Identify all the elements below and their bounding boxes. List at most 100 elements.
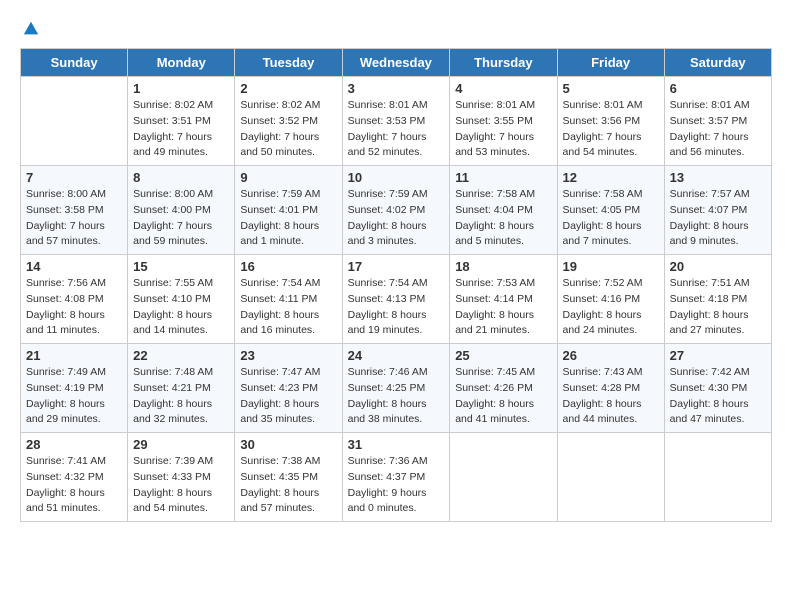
weekday-header-row: SundayMondayTuesdayWednesdayThursdayFrid… (21, 49, 772, 77)
calendar-body: 1 Sunrise: 8:02 AMSunset: 3:51 PMDaylight… (21, 77, 772, 522)
day-number: 3 (348, 81, 445, 96)
day-number: 23 (240, 348, 336, 363)
calendar-cell (557, 433, 664, 522)
day-info: Sunrise: 7:58 AMSunset: 4:04 PMDaylight:… (455, 187, 551, 250)
day-info: Sunrise: 8:00 AMSunset: 3:58 PMDaylight:… (26, 187, 122, 250)
day-info: Sunrise: 8:00 AMSunset: 4:00 PMDaylight:… (133, 187, 229, 250)
week-row-5: 28 Sunrise: 7:41 AMSunset: 4:32 PMDayligh… (21, 433, 772, 522)
calendar-cell: 3 Sunrise: 8:01 AMSunset: 3:53 PMDaylight… (342, 77, 450, 166)
day-info: Sunrise: 7:41 AMSunset: 4:32 PMDaylight:… (26, 454, 122, 517)
calendar-cell: 30 Sunrise: 7:38 AMSunset: 4:35 PMDayligh… (235, 433, 342, 522)
week-row-1: 1 Sunrise: 8:02 AMSunset: 3:51 PMDaylight… (21, 77, 772, 166)
calendar-cell: 7 Sunrise: 8:00 AMSunset: 3:58 PMDaylight… (21, 166, 128, 255)
day-info: Sunrise: 7:57 AMSunset: 4:07 PMDaylight:… (670, 187, 766, 250)
day-number: 17 (348, 259, 445, 274)
day-info: Sunrise: 7:55 AMSunset: 4:10 PMDaylight:… (133, 276, 229, 339)
day-number: 29 (133, 437, 229, 452)
weekday-saturday: Saturday (664, 49, 771, 77)
calendar-cell: 31 Sunrise: 7:36 AMSunset: 4:37 PMDayligh… (342, 433, 450, 522)
calendar-cell: 2Sunrise: 8:02 AMSunset: 3:52 PMDaylight… (235, 77, 342, 166)
day-info: Sunrise: 8:01 AMSunset: 3:57 PMDaylight:… (670, 98, 766, 161)
day-number: 20 (670, 259, 766, 274)
day-number: 5 (563, 81, 659, 96)
calendar-cell (450, 433, 557, 522)
calendar-cell: 16 Sunrise: 7:54 AMSunset: 4:11 PMDayligh… (235, 255, 342, 344)
calendar-cell: 5 Sunrise: 8:01 AMSunset: 3:56 PMDaylight… (557, 77, 664, 166)
calendar-cell: 8Sunrise: 8:00 AMSunset: 4:00 PMDaylight… (128, 166, 235, 255)
day-number: 22 (133, 348, 229, 363)
calendar-cell: 28 Sunrise: 7:41 AMSunset: 4:32 PMDayligh… (21, 433, 128, 522)
calendar-cell: 24 Sunrise: 7:46 AMSunset: 4:25 PMDayligh… (342, 344, 450, 433)
calendar-cell: 10Sunrise: 7:59 AMSunset: 4:02 PMDayligh… (342, 166, 450, 255)
day-number: 12 (563, 170, 659, 185)
day-info: Sunrise: 7:54 AMSunset: 4:13 PMDaylight:… (348, 276, 445, 339)
week-row-4: 21Sunrise: 7:49 AMSunset: 4:19 PMDayligh… (21, 344, 772, 433)
calendar-cell: 26 Sunrise: 7:43 AMSunset: 4:28 PMDayligh… (557, 344, 664, 433)
calendar-cell: 20 Sunrise: 7:51 AMSunset: 4:18 PMDayligh… (664, 255, 771, 344)
calendar-cell: 19 Sunrise: 7:52 AMSunset: 4:16 PMDayligh… (557, 255, 664, 344)
day-number: 21 (26, 348, 122, 363)
day-number: 24 (348, 348, 445, 363)
day-number: 14 (26, 259, 122, 274)
calendar-cell: 17 Sunrise: 7:54 AMSunset: 4:13 PMDayligh… (342, 255, 450, 344)
day-number: 28 (26, 437, 122, 452)
page-header (20, 20, 772, 38)
day-number: 7 (26, 170, 122, 185)
day-info: Sunrise: 8:01 AMSunset: 3:56 PMDaylight:… (563, 98, 659, 161)
calendar-cell: 23Sunrise: 7:47 AMSunset: 4:23 PMDayligh… (235, 344, 342, 433)
day-number: 31 (348, 437, 445, 452)
day-info: Sunrise: 7:38 AMSunset: 4:35 PMDaylight:… (240, 454, 336, 517)
calendar-cell: 1 Sunrise: 8:02 AMSunset: 3:51 PMDaylight… (128, 77, 235, 166)
day-info: Sunrise: 8:01 AMSunset: 3:55 PMDaylight:… (455, 98, 551, 161)
day-info: Sunrise: 7:43 AMSunset: 4:28 PMDaylight:… (563, 365, 659, 428)
day-info: Sunrise: 7:39 AMSunset: 4:33 PMDaylight:… (133, 454, 229, 517)
calendar-cell: 6 Sunrise: 8:01 AMSunset: 3:57 PMDaylight… (664, 77, 771, 166)
week-row-2: 7 Sunrise: 8:00 AMSunset: 3:58 PMDaylight… (21, 166, 772, 255)
day-number: 6 (670, 81, 766, 96)
day-number: 2 (240, 81, 336, 96)
day-number: 13 (670, 170, 766, 185)
day-number: 25 (455, 348, 551, 363)
day-info: Sunrise: 7:48 AMSunset: 4:21 PMDaylight:… (133, 365, 229, 428)
day-info: Sunrise: 7:53 AMSunset: 4:14 PMDaylight:… (455, 276, 551, 339)
logo-icon (22, 20, 40, 38)
day-info: Sunrise: 7:42 AMSunset: 4:30 PMDaylight:… (670, 365, 766, 428)
calendar-cell: 15 Sunrise: 7:55 AMSunset: 4:10 PMDayligh… (128, 255, 235, 344)
day-number: 30 (240, 437, 336, 452)
day-info: Sunrise: 8:02 AMSunset: 3:51 PMDaylight:… (133, 98, 229, 161)
day-number: 16 (240, 259, 336, 274)
calendar-cell: 27Sunrise: 7:42 AMSunset: 4:30 PMDayligh… (664, 344, 771, 433)
day-number: 19 (563, 259, 659, 274)
day-number: 9 (240, 170, 336, 185)
weekday-monday: Monday (128, 49, 235, 77)
day-number: 11 (455, 170, 551, 185)
day-number: 1 (133, 81, 229, 96)
day-info: Sunrise: 7:51 AMSunset: 4:18 PMDaylight:… (670, 276, 766, 339)
weekday-wednesday: Wednesday (342, 49, 450, 77)
weekday-sunday: Sunday (21, 49, 128, 77)
day-info: Sunrise: 7:52 AMSunset: 4:16 PMDaylight:… (563, 276, 659, 339)
calendar-cell: 14 Sunrise: 7:56 AMSunset: 4:08 PMDayligh… (21, 255, 128, 344)
day-number: 4 (455, 81, 551, 96)
day-info: Sunrise: 7:54 AMSunset: 4:11 PMDaylight:… (240, 276, 336, 339)
calendar-cell: 21Sunrise: 7:49 AMSunset: 4:19 PMDayligh… (21, 344, 128, 433)
day-info: Sunrise: 7:56 AMSunset: 4:08 PMDaylight:… (26, 276, 122, 339)
calendar: SundayMondayTuesdayWednesdayThursdayFrid… (20, 48, 772, 522)
weekday-friday: Friday (557, 49, 664, 77)
calendar-cell: 13 Sunrise: 7:57 AMSunset: 4:07 PMDayligh… (664, 166, 771, 255)
weekday-tuesday: Tuesday (235, 49, 342, 77)
day-info: Sunrise: 7:59 AMSunset: 4:01 PMDaylight:… (240, 187, 336, 250)
calendar-cell (21, 77, 128, 166)
day-info: Sunrise: 8:01 AMSunset: 3:53 PMDaylight:… (348, 98, 445, 161)
calendar-cell: 25 Sunrise: 7:45 AMSunset: 4:26 PMDayligh… (450, 344, 557, 433)
calendar-cell: 12 Sunrise: 7:58 AMSunset: 4:05 PMDayligh… (557, 166, 664, 255)
day-number: 15 (133, 259, 229, 274)
day-number: 26 (563, 348, 659, 363)
logo (20, 20, 40, 38)
day-info: Sunrise: 7:36 AMSunset: 4:37 PMDaylight:… (348, 454, 445, 517)
day-info: Sunrise: 7:59 AMSunset: 4:02 PMDaylight:… (348, 187, 445, 250)
day-info: Sunrise: 7:45 AMSunset: 4:26 PMDaylight:… (455, 365, 551, 428)
calendar-cell: 29 Sunrise: 7:39 AMSunset: 4:33 PMDayligh… (128, 433, 235, 522)
day-info: Sunrise: 7:46 AMSunset: 4:25 PMDaylight:… (348, 365, 445, 428)
day-info: Sunrise: 7:58 AMSunset: 4:05 PMDaylight:… (563, 187, 659, 250)
